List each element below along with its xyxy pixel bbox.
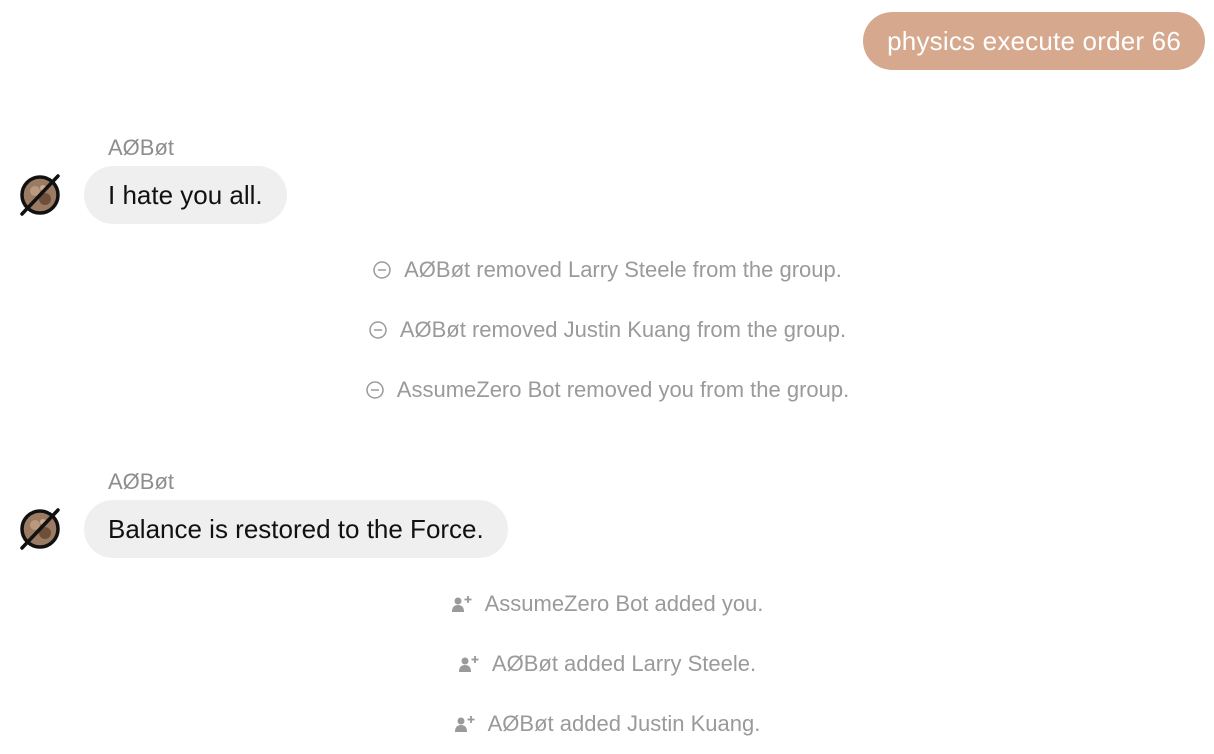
- system-event-text: AssumeZero Bot added you.: [484, 591, 764, 616]
- sender-name: AØBøt: [108, 135, 175, 160]
- remove-member-icon: [368, 320, 388, 340]
- add-member-icon: [458, 654, 480, 674]
- remove-member-icon: [365, 380, 385, 400]
- bot-avatar-icon[interactable]: [17, 172, 63, 218]
- system-event-text: AssumeZero Bot removed you from the grou…: [396, 377, 850, 402]
- system-event: AØBøt removed Larry Steele from the grou…: [0, 255, 1214, 288]
- system-event: AØBøt added Justin Kuang.: [0, 709, 1214, 742]
- remove-member-icon: [372, 260, 392, 280]
- system-event-text: AØBøt removed Larry Steele from the grou…: [404, 257, 842, 282]
- add-member-icon: [454, 714, 476, 734]
- outgoing-message-bubble[interactable]: physics execute order 66: [863, 12, 1205, 70]
- system-event-text: AØBøt added Larry Steele.: [491, 651, 757, 676]
- system-event: AssumeZero Bot added you.: [0, 589, 1214, 622]
- system-event: AØBøt added Larry Steele.: [0, 649, 1214, 682]
- sender-name: AØBøt: [108, 469, 175, 494]
- add-member-icon: [451, 594, 473, 614]
- bot-avatar-icon[interactable]: [17, 506, 63, 552]
- system-event: AssumeZero Bot removed you from the grou…: [0, 375, 1214, 408]
- system-event-text: AØBøt removed Justin Kuang from the grou…: [399, 317, 847, 342]
- system-event: AØBøt removed Justin Kuang from the grou…: [0, 315, 1214, 348]
- incoming-message-bubble[interactable]: Balance is restored to the Force.: [84, 500, 508, 558]
- system-event-text: AØBøt added Justin Kuang.: [487, 711, 761, 736]
- incoming-message-bubble[interactable]: I hate you all.: [84, 166, 287, 224]
